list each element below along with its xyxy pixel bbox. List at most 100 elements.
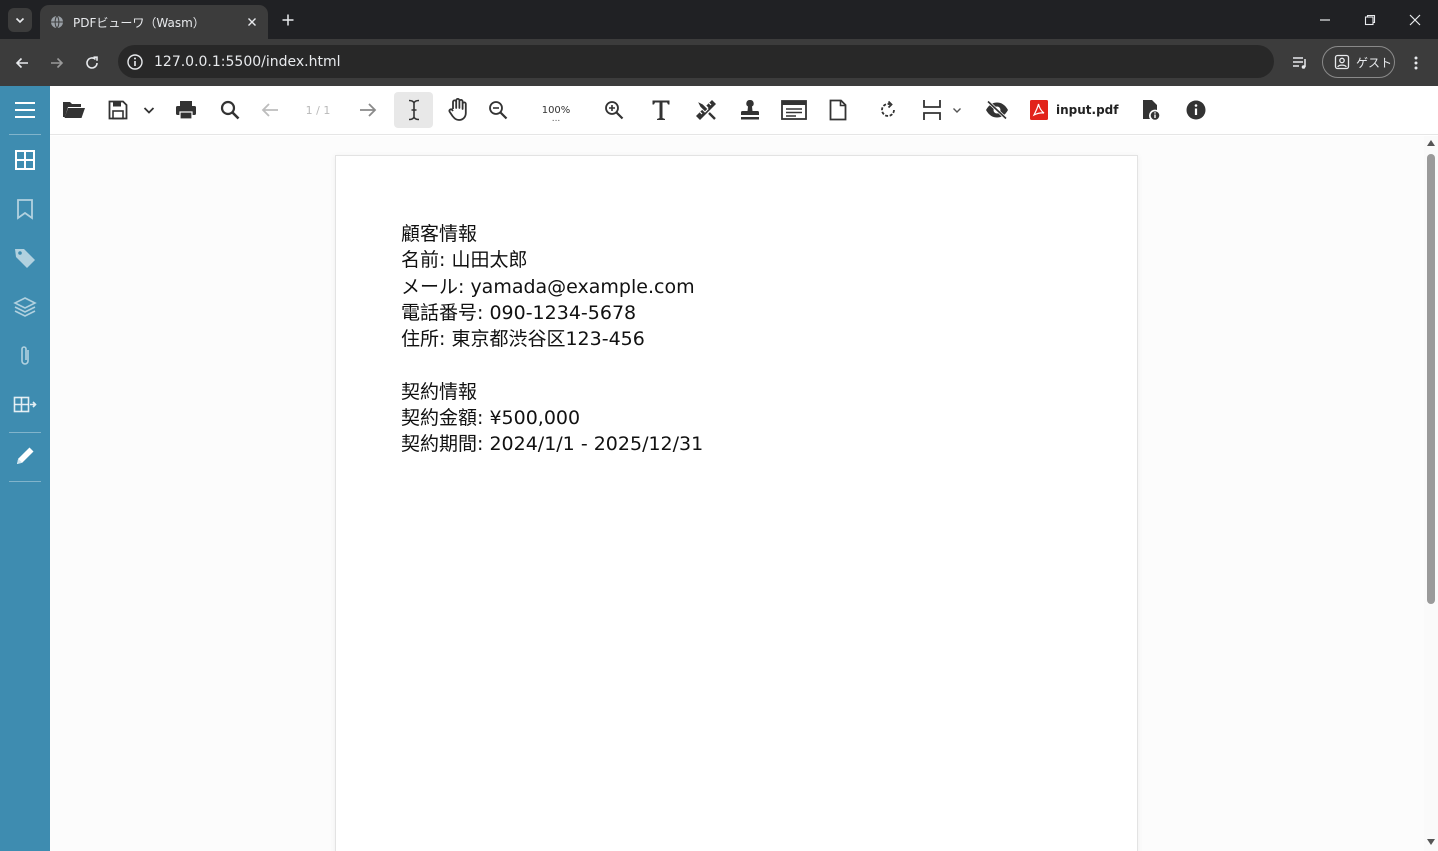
current-file[interactable]: input.pdf bbox=[1030, 92, 1120, 128]
search-button[interactable] bbox=[218, 92, 242, 128]
reload-icon bbox=[86, 56, 98, 69]
about-button[interactable] bbox=[1184, 92, 1208, 128]
page-number-indicator[interactable]: 1 / 1 bbox=[298, 92, 338, 128]
sidebar-item-tags[interactable] bbox=[0, 238, 50, 278]
close-window-button[interactable] bbox=[1392, 0, 1438, 39]
text-t-icon bbox=[652, 100, 670, 120]
sidebar-separator bbox=[9, 432, 41, 433]
info-icon[interactable] bbox=[126, 53, 144, 71]
triangle-down-icon bbox=[1427, 839, 1435, 845]
previous-page-button[interactable] bbox=[258, 92, 282, 128]
media-controls-button[interactable] bbox=[1287, 50, 1313, 76]
print-button[interactable] bbox=[174, 92, 198, 128]
viewer-sidebar bbox=[0, 86, 50, 851]
toggle-annotations-button[interactable] bbox=[983, 92, 1011, 128]
add-text-tool[interactable] bbox=[648, 92, 674, 128]
arrow-right-icon bbox=[51, 57, 64, 69]
file-info-icon bbox=[1143, 100, 1160, 120]
arrow-right-icon bbox=[360, 103, 377, 117]
profile-button[interactable]: ゲスト bbox=[1322, 46, 1395, 78]
sidebar-item-bookmarks[interactable] bbox=[0, 189, 50, 229]
stamp-tool[interactable] bbox=[738, 92, 762, 128]
sidebar-item-thumbnails[interactable] bbox=[0, 140, 50, 180]
restore-button[interactable] bbox=[1347, 0, 1393, 39]
save-options-dropdown[interactable] bbox=[139, 92, 159, 128]
browser-tab[interactable]: PDFビューワ（Wasm） bbox=[40, 5, 268, 39]
close-icon bbox=[1409, 14, 1421, 25]
sidebar-item-form-fields[interactable] bbox=[0, 385, 50, 425]
guest-icon bbox=[1334, 54, 1350, 70]
split-options-dropdown[interactable] bbox=[950, 92, 964, 128]
zoom-more-indicator: ... bbox=[551, 114, 561, 124]
page-text: 顧客情報 名前: 山田太郎 メール: yamada@example.com 電話… bbox=[401, 221, 703, 458]
pan-tool[interactable] bbox=[445, 92, 471, 128]
eye-slash-icon bbox=[986, 100, 1008, 120]
table-arrow-icon bbox=[13, 396, 37, 413]
pdf-page[interactable]: 顧客情報 名前: 山田太郎 メール: yamada@example.com 電話… bbox=[335, 155, 1138, 851]
triangle-up-icon bbox=[1427, 140, 1435, 146]
document-viewport[interactable]: 顧客情報 名前: 山田太郎 メール: yamada@example.com 電話… bbox=[50, 136, 1424, 851]
zoom-level-select[interactable]: 100% ... bbox=[530, 92, 582, 128]
close-icon bbox=[248, 18, 256, 26]
page-tool[interactable] bbox=[827, 92, 849, 128]
sidebar-item-attachments[interactable] bbox=[0, 336, 50, 376]
more-vertical-icon bbox=[1414, 56, 1418, 70]
scroll-down-button[interactable] bbox=[1427, 838, 1435, 846]
form-field-tool[interactable] bbox=[780, 92, 808, 128]
text-line-address: 住所: 東京都渋谷区123-456 bbox=[401, 328, 645, 351]
url-text[interactable]: 127.0.0.1:5500/index.html bbox=[154, 54, 341, 70]
profile-label: ゲスト bbox=[1356, 55, 1393, 70]
scroll-up-button[interactable] bbox=[1427, 139, 1435, 147]
form-icon bbox=[781, 100, 807, 120]
chevron-down-icon bbox=[953, 108, 961, 113]
minimize-icon bbox=[1320, 18, 1330, 21]
browser-titlebar: PDFビューワ（Wasm） bbox=[0, 0, 1438, 39]
text-line-name: 名前: 山田太郎 bbox=[401, 249, 528, 272]
zoom-in-button[interactable] bbox=[602, 92, 626, 128]
tag-icon bbox=[15, 249, 35, 268]
info-circle-icon bbox=[1186, 100, 1206, 120]
sidebar-item-edit[interactable] bbox=[0, 436, 50, 476]
browser-menu-button[interactable] bbox=[1403, 50, 1429, 76]
search-icon bbox=[220, 100, 240, 120]
pdf-file-icon bbox=[1030, 100, 1048, 120]
viewer-toolbar: 1 / 1 100% ... input.pdf bbox=[50, 86, 1438, 135]
text-line-phone: 電話番号: 090-1234-5678 bbox=[401, 301, 637, 324]
floppy-disk-icon bbox=[108, 100, 128, 120]
restore-icon bbox=[1364, 14, 1376, 25]
address-bar[interactable]: 127.0.0.1:5500/index.html bbox=[118, 45, 1274, 78]
chevron-down-icon bbox=[15, 17, 25, 24]
forward-button[interactable] bbox=[44, 50, 70, 76]
tab-search-button[interactable] bbox=[8, 8, 32, 32]
text-cursor-icon bbox=[408, 99, 419, 121]
split-view-button[interactable] bbox=[920, 92, 944, 128]
zoom-out-button[interactable] bbox=[486, 92, 510, 128]
pen-ruler-icon bbox=[695, 99, 716, 120]
sidebar-item-layers[interactable] bbox=[0, 287, 50, 327]
text-line-period: 契約期間: 2024/1/1 - 2025/12/31 bbox=[401, 433, 704, 456]
printer-icon bbox=[176, 101, 196, 120]
reload-button[interactable] bbox=[79, 50, 105, 76]
main-menu-button[interactable] bbox=[0, 90, 50, 130]
vertical-scrollbar[interactable] bbox=[1424, 136, 1438, 851]
save-button[interactable] bbox=[105, 92, 131, 128]
paperclip-icon bbox=[21, 346, 29, 365]
sidebar-separator bbox=[9, 481, 41, 482]
document-properties-button[interactable] bbox=[1140, 92, 1162, 128]
layers-icon bbox=[13, 297, 37, 317]
scrollbar-thumb[interactable] bbox=[1427, 154, 1435, 604]
next-page-button[interactable] bbox=[356, 92, 380, 128]
tab-close-button[interactable] bbox=[242, 12, 262, 32]
browser-toolbar: 127.0.0.1:5500/index.html ゲスト bbox=[0, 39, 1438, 86]
text-select-tool[interactable] bbox=[394, 92, 433, 128]
open-file-button[interactable] bbox=[60, 92, 88, 128]
draw-tool[interactable] bbox=[692, 92, 720, 128]
split-page-icon bbox=[923, 100, 941, 120]
rotate-page-button[interactable] bbox=[876, 92, 900, 128]
back-button[interactable] bbox=[9, 50, 35, 76]
new-tab-button[interactable] bbox=[277, 9, 299, 31]
minimize-button[interactable] bbox=[1302, 0, 1348, 39]
arrow-left-icon bbox=[261, 103, 278, 117]
page-indicator-text: 1 / 1 bbox=[305, 103, 331, 117]
